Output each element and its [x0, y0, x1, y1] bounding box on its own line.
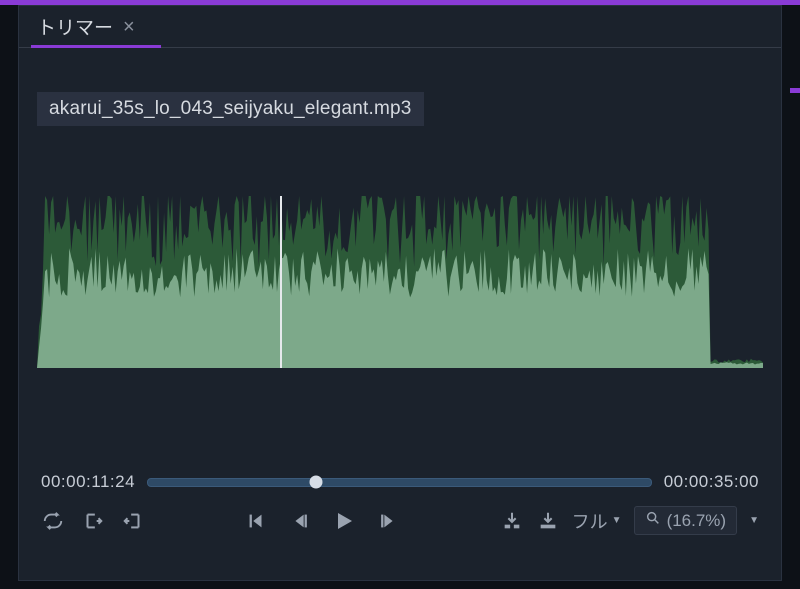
zoom-control[interactable]: (16.7%)	[634, 506, 738, 535]
loop-icon[interactable]	[41, 509, 65, 533]
trimmer-panel: トリマー × akarui_35s_lo_043_seijyaku_elegan…	[18, 5, 782, 581]
playhead-line[interactable]	[280, 196, 282, 368]
tab-bar: トリマー ×	[19, 6, 781, 48]
step-forward-icon[interactable]	[376, 509, 400, 533]
mark-in-icon[interactable]	[81, 509, 105, 533]
go-start-icon[interactable]	[244, 509, 268, 533]
total-timecode: 00:00:35:00	[664, 472, 759, 492]
play-icon[interactable]	[332, 509, 356, 533]
close-icon[interactable]: ×	[123, 17, 135, 37]
waveform-display[interactable]	[37, 196, 763, 368]
panel-accent	[790, 88, 800, 93]
transport-controls: フル ▼ (16.7%) ▼	[37, 506, 763, 535]
display-mode-dropdown[interactable]: フル ▼	[572, 508, 622, 534]
jog-row: 00:00:11:24 00:00:35:00	[37, 472, 763, 492]
zoom-value: (16.7%)	[667, 511, 727, 531]
display-mode-label: フル	[572, 508, 608, 534]
clip-filename: akarui_35s_lo_043_seijyaku_elegant.mp3	[37, 92, 424, 126]
mark-out-icon[interactable]	[121, 509, 145, 533]
step-back-icon[interactable]	[288, 509, 312, 533]
tab-trimmer[interactable]: トリマー ×	[37, 6, 135, 47]
insert-icon[interactable]	[500, 509, 524, 533]
jog-handle[interactable]	[310, 476, 323, 489]
chevron-down-icon: ▼	[749, 515, 759, 526]
jog-slider[interactable]	[147, 478, 652, 487]
tab-label: トリマー	[37, 13, 113, 40]
waveform-svg	[37, 196, 763, 368]
overwrite-icon[interactable]	[536, 509, 560, 533]
search-icon	[645, 510, 661, 531]
chevron-down-icon: ▼	[612, 515, 622, 526]
current-timecode: 00:00:11:24	[41, 472, 135, 492]
zoom-menu-dropdown[interactable]: ▼	[749, 515, 759, 526]
